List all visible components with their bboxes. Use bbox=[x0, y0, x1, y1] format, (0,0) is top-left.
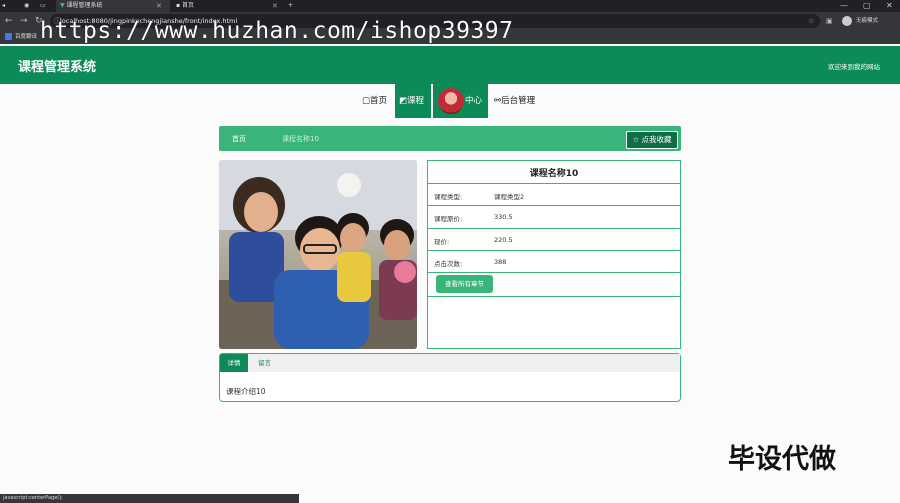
status-text: javascript:centerPage(); bbox=[3, 495, 63, 501]
nav-label: 课程 bbox=[407, 96, 425, 106]
tabs-header bbox=[220, 354, 680, 372]
tab-label: 首页 bbox=[182, 2, 195, 9]
page-icon: ▪ bbox=[176, 2, 181, 9]
corner-overlay-text: 毕设代做 bbox=[728, 444, 836, 475]
browser-tab-home[interactable]: ▪ 首页 ✕ bbox=[172, 0, 286, 12]
course-name: 课程名称10 bbox=[529, 169, 579, 179]
info-row-original-price: 课程原价: 330.5 bbox=[428, 205, 680, 227]
avatar[interactable] bbox=[438, 88, 464, 114]
course-intro: 课程介绍10 bbox=[226, 387, 266, 396]
translate-icon bbox=[5, 33, 12, 40]
nav-item-course[interactable]: ◩课程 bbox=[395, 84, 431, 118]
course-image bbox=[219, 160, 417, 349]
site-title: 课程管理系统 bbox=[18, 60, 97, 75]
info-row-clicks: 点击次数: 388 bbox=[428, 250, 680, 272]
back-icon[interactable]: ← bbox=[5, 13, 13, 29]
watermark-url: https://www.huzhan.com/ishop39397 bbox=[40, 18, 514, 44]
close-icon[interactable]: ✕ bbox=[272, 0, 278, 12]
field-label: 现价: bbox=[434, 238, 450, 246]
new-tab-icon[interactable]: + bbox=[288, 0, 293, 12]
info-row-type: 课程类型: 课程类型2 bbox=[428, 183, 680, 205]
field-value: 课程类型2 bbox=[494, 193, 525, 201]
nav-item-home[interactable]: ▢首页 bbox=[362, 84, 392, 118]
welcome-text: 欢迎来到我的网站 bbox=[828, 63, 880, 71]
incognito-icon bbox=[842, 16, 852, 26]
tab-detail[interactable]: 详情 bbox=[220, 354, 248, 372]
field-value: 330.5 bbox=[494, 213, 513, 221]
nav-label: 中心 bbox=[465, 96, 483, 106]
field-value: 388 bbox=[494, 258, 507, 266]
window-close-icon[interactable]: ✕ bbox=[886, 0, 893, 12]
browser-tab-course-system[interactable]: ▼ 课程管理系统 ✕ bbox=[56, 0, 170, 12]
favorite-button[interactable]: ☆ 点我收藏 bbox=[626, 131, 678, 149]
book-icon: ◩ bbox=[399, 96, 408, 106]
forward-icon[interactable]: → bbox=[20, 13, 28, 29]
tab-label: 课程管理系统 bbox=[66, 2, 103, 9]
close-icon[interactable]: ✕ bbox=[156, 0, 162, 12]
tab-message[interactable]: 留言 bbox=[258, 354, 271, 372]
globe-icon: ◉ bbox=[24, 2, 30, 9]
star-icon[interactable]: ☆ bbox=[808, 13, 814, 29]
view-chapters-button[interactable]: 查看所有章节 bbox=[436, 275, 493, 293]
field-label: 课程类型: bbox=[434, 193, 463, 201]
nav-label: 首页 bbox=[370, 96, 388, 106]
field-label: 课程原价: bbox=[434, 215, 463, 223]
info-row-price: 现价: 220.5 bbox=[428, 228, 680, 250]
minimize-icon[interactable]: — bbox=[840, 0, 848, 12]
breadcrumb-current: 课程名称10 bbox=[282, 135, 319, 143]
profile-label[interactable]: 无痕模式 bbox=[856, 14, 878, 28]
vue-icon: ▼ bbox=[60, 2, 65, 9]
nav-label: 后台管理 bbox=[501, 96, 536, 106]
nav-item-admin[interactable]: ⚯后台管理 bbox=[494, 84, 546, 118]
back-arrow-icon[interactable]: ◂ bbox=[2, 0, 5, 12]
bookmark-item[interactable]: 百度翻译 bbox=[15, 30, 37, 44]
field-value: 220.5 bbox=[494, 236, 513, 244]
site-header bbox=[0, 46, 900, 84]
maximize-icon[interactable]: ▢ bbox=[863, 0, 871, 12]
home-icon: ▢ bbox=[362, 96, 371, 106]
extensions-icon[interactable]: ▣ bbox=[826, 13, 833, 29]
field-label: 点击次数: bbox=[434, 260, 463, 268]
tab-icon: ▭ bbox=[40, 2, 46, 9]
breadcrumb-home[interactable]: 首页 bbox=[232, 134, 246, 144]
